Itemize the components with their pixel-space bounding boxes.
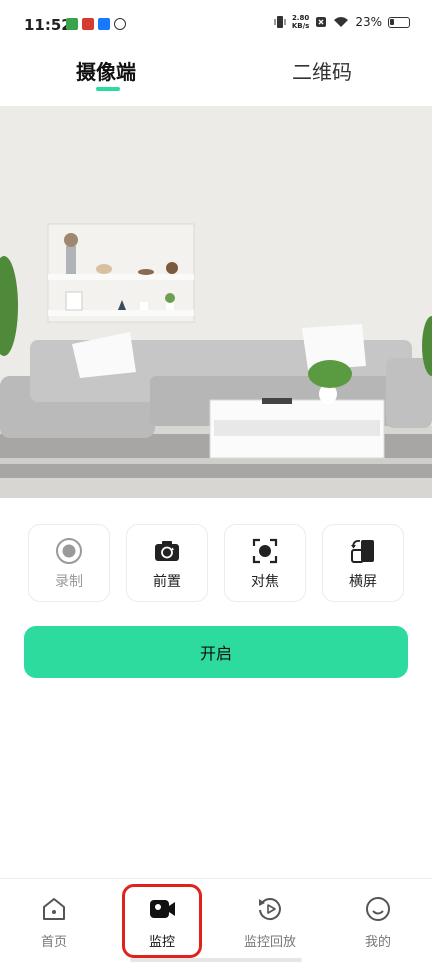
nav-monitor[interactable]: 监控 [117, 879, 207, 964]
home-icon [40, 895, 68, 923]
front-camera-label: 前置 [153, 574, 181, 590]
start-button[interactable]: 开启 [24, 626, 408, 678]
nav-mine[interactable]: 我的 [333, 879, 423, 964]
camera-preview [0, 106, 432, 498]
nav-home[interactable]: 首页 [9, 879, 99, 964]
nav-monitor-playback[interactable]: 监控回放 [225, 879, 315, 964]
status-time: 11:52 [24, 16, 72, 34]
nav-mine-label: 我的 [364, 935, 391, 950]
video-camera-icon [148, 895, 176, 923]
no-sim-icon [316, 17, 327, 27]
notification-app-icon [82, 18, 94, 30]
battery-icon [388, 16, 410, 28]
tab-camera[interactable]: 摄像端 [76, 56, 136, 85]
status-indicators: 2.80 KB/s 23% [274, 14, 410, 30]
net-speed-value: 2.80 [291, 14, 310, 22]
wifi-icon [334, 17, 349, 27]
smile-icon [364, 895, 392, 923]
home-indicator [130, 958, 302, 962]
replay-icon [256, 895, 284, 923]
top-tabs: 摄像端 二维码 [0, 50, 432, 106]
focus-label: 对焦 [251, 574, 279, 590]
landscape-button[interactable]: 横屏 [322, 524, 404, 602]
notification-app-icon [66, 18, 78, 30]
focus-icon [251, 537, 279, 565]
notification-app-icon [114, 18, 126, 30]
nav-home-label: 首页 [40, 935, 67, 950]
vibrate-icon [274, 16, 286, 28]
camera-switch-icon [153, 537, 181, 565]
bottom-nav: 首页 监控 监控回放 我的 [0, 878, 432, 964]
net-speed-unit: KB/s [291, 22, 310, 30]
nav-monitor-playback-label: 监控回放 [243, 935, 296, 950]
front-camera-button[interactable]: 前置 [126, 524, 208, 602]
rotate-landscape-icon [349, 537, 377, 565]
record-label: 录制 [55, 574, 83, 590]
status-app-icons [66, 18, 126, 30]
battery-percent: 23% [355, 15, 382, 29]
nav-monitor-label: 监控 [148, 935, 175, 950]
alipay-icon [98, 18, 110, 30]
landscape-label: 横屏 [349, 574, 377, 590]
record-button[interactable]: 录制 [28, 524, 110, 602]
tab-qrcode[interactable]: 二维码 [292, 56, 352, 85]
network-speed: 2.80 KB/s [292, 14, 309, 30]
focus-button[interactable]: 对焦 [224, 524, 306, 602]
camera-controls: 录制 前置 对焦 横屏 [28, 524, 404, 602]
status-bar: 11:52 2.80 KB/s 23% [0, 0, 432, 50]
tab-indicator [96, 87, 120, 91]
record-icon [55, 537, 83, 565]
